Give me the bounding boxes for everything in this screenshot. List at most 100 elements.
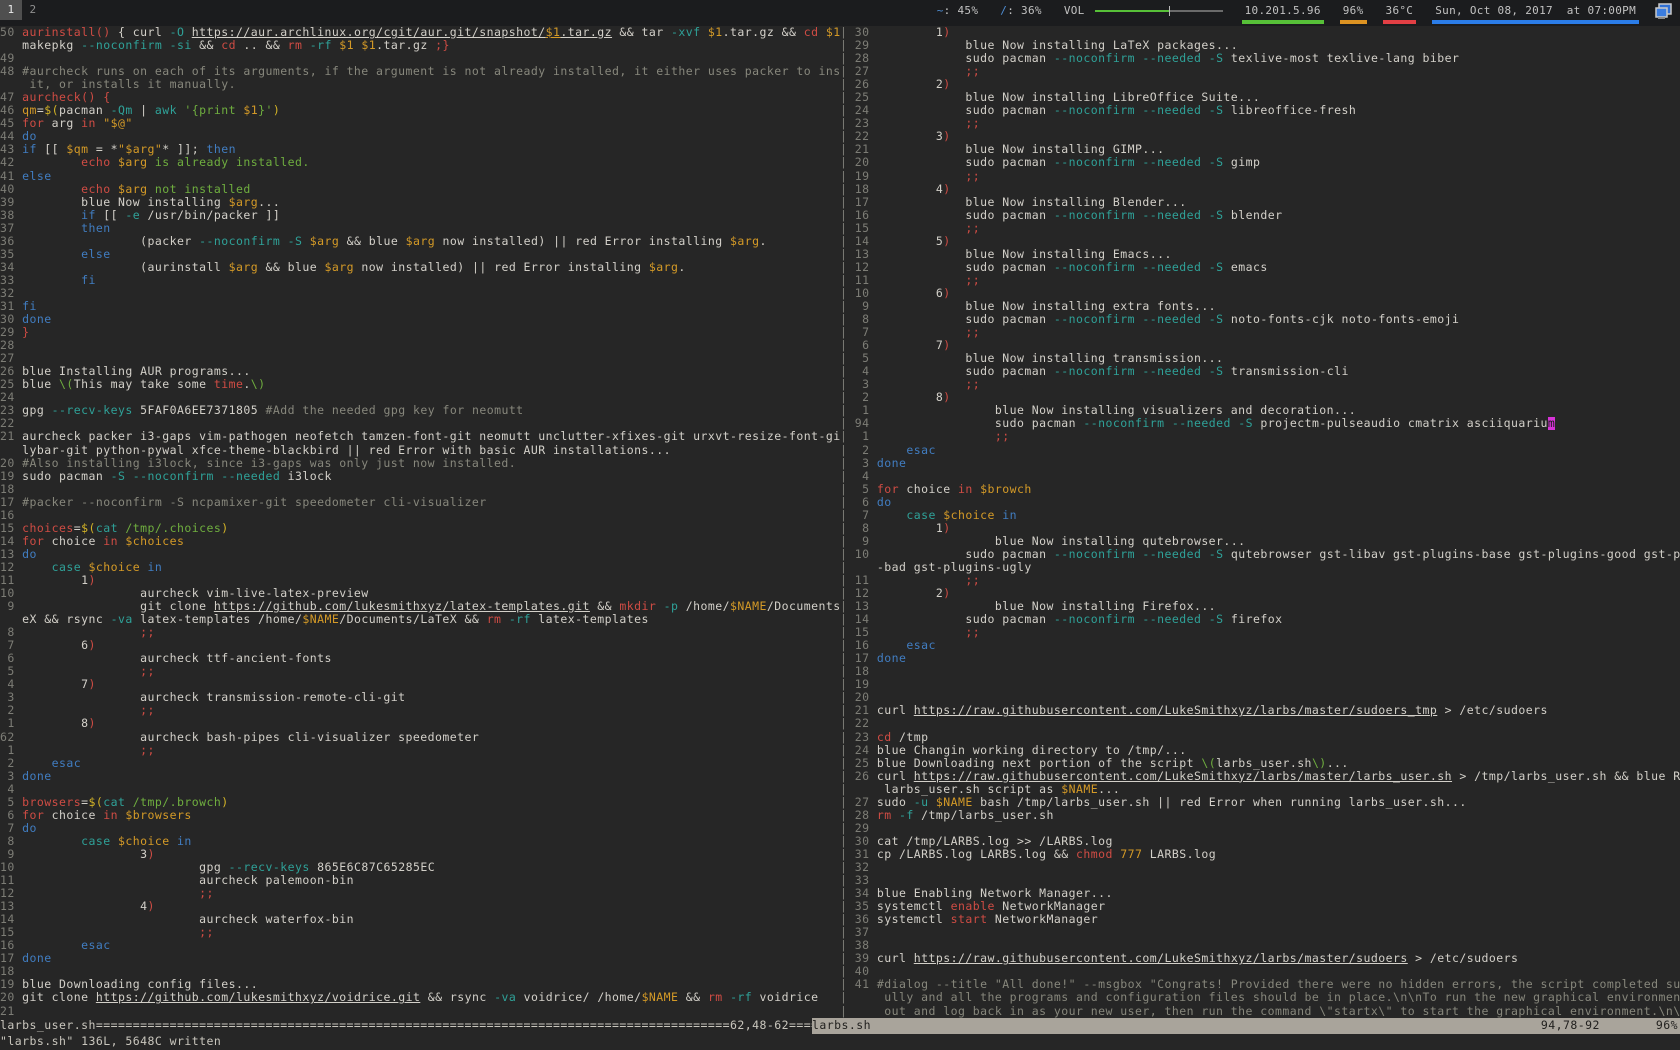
code-line: | 40 <box>840 965 1680 978</box>
code-line: 10 gpg --recv-keys 865E6C87C65285EC <box>0 861 840 874</box>
root-disk-usage: /: 36% <box>997 0 1045 20</box>
statusline-inactive-larbs-user[interactable]: larbs_user.sh===========================… <box>0 1018 812 1034</box>
code-line: 38 if [[ -e /usr/bin/packer ]] <box>0 209 840 222</box>
pane-larbs-user-sh[interactable]: 50 aurinstall() { curl -O https://aur.ar… <box>0 26 840 1018</box>
code-line: | 7 ;; <box>840 326 1680 339</box>
code-line: 21 <box>0 1005 840 1018</box>
code-line: | 38 <box>840 939 1680 952</box>
code-line: | out and log back in as your new user, … <box>840 1005 1680 1018</box>
code-line: 39 blue Now installing $arg... <box>0 196 840 209</box>
home-disk-usage: ~: 45% <box>934 0 982 20</box>
code-line: | 6 7) <box>840 339 1680 352</box>
code-line: | 24 blue Changin working directory to /… <box>840 744 1680 757</box>
code-line: 21 aurcheck packer i3-gaps vim-pathogen … <box>0 430 840 443</box>
statusline-active-larbs[interactable]: larbs.sh 94,78-92 96% <box>812 1018 1680 1034</box>
code-line: | 5 blue Now installing transmission... <box>840 352 1680 365</box>
code-line: | 22 3) <box>840 130 1680 143</box>
code-line: | 1 blue Now installing visualizers and … <box>840 404 1680 417</box>
code-line: 5 ;; <box>0 665 840 678</box>
code-line: 6 aurcheck ttf-ancient-fonts <box>0 652 840 665</box>
code-line: | 17 done <box>840 652 1680 665</box>
code-line: 16 <box>0 509 840 522</box>
code-line: 8 ;; <box>0 626 840 639</box>
code-line: | 7 case $choice in <box>840 509 1680 522</box>
code-line: 32 <box>0 287 840 300</box>
code-line: 50 aurinstall() { curl -O https://aur.ar… <box>0 26 840 39</box>
code-line: | 8 1) <box>840 522 1680 535</box>
code-line: | 9 blue Now installing extra fonts... <box>840 300 1680 313</box>
cpu-temperature: 36°C <box>1383 0 1417 24</box>
workspace-1-button[interactable]: 1 <box>0 0 22 20</box>
code-line: 8 case $choice in <box>0 835 840 848</box>
code-line: 47 aurcheck() { <box>0 91 840 104</box>
workspace-2-button[interactable]: 2 <box>22 0 44 20</box>
code-line: 3 done <box>0 770 840 783</box>
code-line: | 12 2) <box>840 587 1680 600</box>
code-line: | 21 blue Now installing GIMP... <box>840 143 1680 156</box>
code-line: | 13 blue Now installing Firefox... <box>840 600 1680 613</box>
code-line: 48 #aurcheck runs on each of its argumen… <box>0 65 840 78</box>
code-line: 15 ;; <box>0 926 840 939</box>
code-line: | 14 5) <box>840 235 1680 248</box>
status-bar: 1 2 ~: 45% /: 36% VOL 10.201.5.96 96% 36… <box>0 0 1680 26</box>
battery-level: 96% <box>1340 0 1367 24</box>
volume-label: VOL <box>1064 4 1085 17</box>
code-line: 37 then <box>0 222 840 235</box>
vim-command-line[interactable]: "larbs.sh" 136L, 5648C written <box>0 1034 1680 1050</box>
code-line: 33 fi <box>0 274 840 287</box>
code-line: 2 esac <box>0 757 840 770</box>
volume-indicator: VOL <box>1061 0 1226 20</box>
code-line: 25 blue \(This may take some time.\) <box>0 378 840 391</box>
code-line: | 16 esac <box>840 639 1680 652</box>
scroll-percent: 96% <box>1656 1018 1678 1034</box>
code-line: 16 esac <box>0 939 840 952</box>
code-line: | 34 blue Enabling Network Manager... <box>840 887 1680 900</box>
code-line: 46 qm=$(pacman -Qm | awk '{print $1}') <box>0 104 840 117</box>
desktop-screen: 1 2 ~: 45% /: 36% VOL 10.201.5.96 96% 36… <box>0 0 1680 1050</box>
code-line: | 6 do <box>840 496 1680 509</box>
code-line: | 29 <box>840 822 1680 835</box>
code-line: | 20 sudo pacman --noconfirm --needed -S… <box>840 156 1680 169</box>
code-line: 49 <box>0 52 840 65</box>
code-line: makepkg --noconfirm -si && cd .. && rm -… <box>0 39 840 52</box>
code-line: | 11 ;; <box>840 574 1680 587</box>
code-line: | 39 curl https://raw.githubusercontent.… <box>840 952 1680 965</box>
code-line: 17 done <box>0 952 840 965</box>
code-line: 28 <box>0 339 840 352</box>
code-line: 43 if [[ $qm = *"$arg"* ]]; then <box>0 143 840 156</box>
code-line: 19 blue Downloading config files... <box>0 978 840 991</box>
code-line: 24 <box>0 391 840 404</box>
code-line: | 33 <box>840 874 1680 887</box>
volume-tick <box>1169 6 1170 16</box>
code-line: | 20 <box>840 691 1680 704</box>
code-line: 15 choices=$(cat /tmp/.choices) <box>0 522 840 535</box>
code-line: | 27 ;; <box>840 65 1680 78</box>
home-disk-icon: ~ <box>937 4 944 17</box>
code-line: 7 do <box>0 822 840 835</box>
code-line: 42 echo $arg is already installed. <box>0 156 840 169</box>
code-line: | 25 blue Downloading next portion of th… <box>840 757 1680 770</box>
statusline-filename: larbs.sh <box>812 1018 871 1034</box>
code-line: 2 ;; <box>0 704 840 717</box>
code-line: 35 else <box>0 248 840 261</box>
code-line: | larbs_user.sh script as $NAME... <box>840 783 1680 796</box>
code-line: | 5 for choice in $browch <box>840 483 1680 496</box>
code-line: | 1 ;; <box>840 430 1680 443</box>
code-line: | 27 sudo -u $NAME bash /tmp/larbs_user.… <box>840 796 1680 809</box>
code-line: 4 7) <box>0 678 840 691</box>
pane-larbs-sh[interactable]: | 30 1)| 29 blue Now installing LaTeX pa… <box>840 26 1680 1018</box>
code-line: 14 aurcheck waterfox-bin <box>0 913 840 926</box>
code-line: | 8 sudo pacman --noconfirm --needed -S … <box>840 313 1680 326</box>
code-line: 22 <box>0 417 840 430</box>
code-line: | 14 sudo pacman --noconfirm --needed -S… <box>840 613 1680 626</box>
tray-computer-icon[interactable] <box>1655 0 1672 22</box>
code-line: | 28 rm -f /tmp/larbs_user.sh <box>840 809 1680 822</box>
code-line: 18 <box>0 965 840 978</box>
code-line: 1 ;; <box>0 744 840 757</box>
volume-slider[interactable] <box>1095 10 1223 12</box>
code-line: | 10 6) <box>840 287 1680 300</box>
ip-address: 10.201.5.96 <box>1242 0 1324 24</box>
code-line: | -bad gst-plugins-ugly <box>840 561 1680 574</box>
code-line: 41 else <box>0 170 840 183</box>
cursor-position: 94,78-92 <box>1541 1018 1600 1034</box>
